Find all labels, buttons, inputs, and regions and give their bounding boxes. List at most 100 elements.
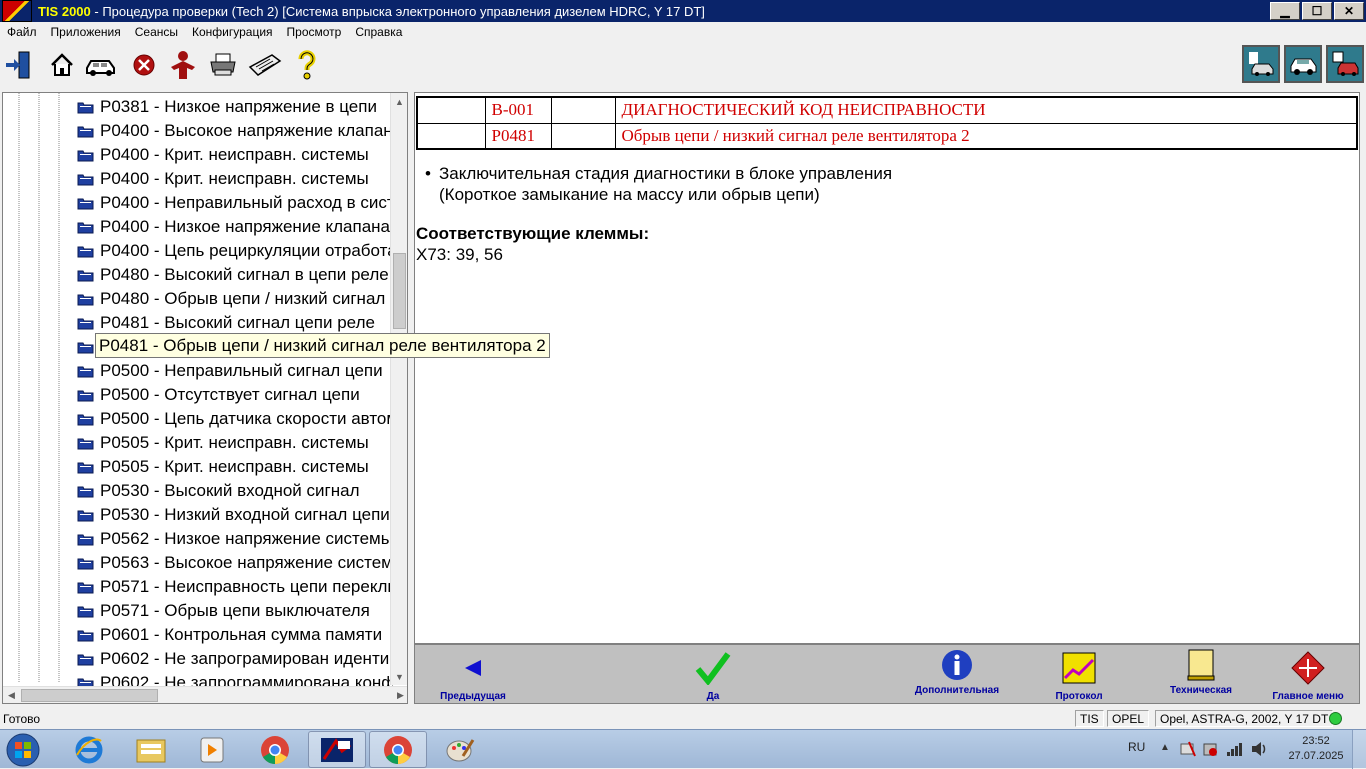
menu-help[interactable]: Справка	[348, 25, 409, 39]
tree-item[interactable]: P0571 - Неисправность цепи переключателя	[77, 575, 393, 599]
volume-icon[interactable]	[1250, 741, 1268, 757]
vehicle-diag-icon[interactable]	[1242, 45, 1280, 83]
folder-icon	[77, 558, 94, 570]
menu-file[interactable]: Файл	[0, 25, 44, 39]
folder-icon	[77, 174, 94, 186]
close-button[interactable]: ✕	[1334, 2, 1364, 20]
clock-date: 27.07.2025	[1288, 750, 1344, 762]
tree-vertical-scrollbar[interactable]: ▲ ▼	[390, 93, 407, 685]
printer-icon[interactable]	[206, 48, 240, 82]
folder-icon	[77, 366, 94, 378]
tree-item[interactable]: P0480 - Обрыв цепи / низкий сигнал	[77, 287, 393, 311]
info-icon	[941, 645, 973, 685]
menu-configuration[interactable]: Конфигурация	[185, 25, 280, 39]
menu-applications[interactable]: Приложения	[44, 25, 128, 39]
ie-icon	[75, 736, 103, 763]
minimize-button[interactable]: ▁	[1270, 2, 1300, 20]
vehicle-data-icon[interactable]	[1284, 45, 1322, 83]
network-icon[interactable]	[1226, 741, 1244, 757]
tis-taskbar-button[interactable]	[308, 731, 366, 768]
table-cell	[416, 96, 486, 124]
yes-button[interactable]: Да	[663, 645, 763, 703]
clock-time: 23:52	[1302, 735, 1330, 747]
tree-item[interactable]: P0530 - Высокий входной сигнал	[77, 479, 393, 503]
maximize-button[interactable]: ☐	[1302, 2, 1332, 20]
tree-item[interactable]: P0563 - Высокое напряжение системы	[77, 551, 393, 575]
scroll-right-icon[interactable]: ▶	[392, 687, 407, 703]
chrome-taskbar-button-2[interactable]	[369, 731, 427, 768]
tree-item[interactable]: P0602 - Не запрограмирован идентификатор	[77, 647, 393, 671]
exit-icon[interactable]	[2, 48, 36, 82]
chrome-taskbar-button[interactable]	[246, 731, 304, 768]
user-icon[interactable]	[166, 48, 200, 82]
tray-expand-icon[interactable]: ▲	[1160, 742, 1170, 753]
main-menu-button[interactable]: Главное меню	[1258, 645, 1358, 703]
tree-vscroll-thumb[interactable]	[393, 253, 406, 329]
show-desktop-button[interactable]	[1352, 730, 1366, 769]
taskbar-clock[interactable]: 23:52 27.07.2025	[1288, 734, 1344, 764]
previous-button[interactable]: Предыдущая	[423, 645, 523, 703]
tree-item[interactable]: P0500 - Неправильный сигнал цепи	[77, 359, 393, 383]
tree-item-label: P0381 - Низкое напряжение в цепи	[100, 97, 377, 116]
tree-item[interactable]: P0505 - Крит. неисправн. системы	[77, 455, 393, 479]
tree-item-label: P0480 - Высокий сигнал в цепи реле	[100, 265, 389, 284]
folder-icon	[77, 606, 94, 618]
keyboard-icon[interactable]	[248, 48, 282, 82]
toolbar	[0, 42, 1366, 90]
tree-item[interactable]: P0400 - Крит. неисправн. системы	[77, 143, 393, 167]
folder-icon	[77, 270, 94, 282]
scroll-left-icon[interactable]: ◀	[3, 687, 20, 703]
vehicle-parts-icon[interactable]	[1326, 45, 1364, 83]
ie-taskbar-button[interactable]	[60, 731, 118, 768]
start-button[interactable]	[2, 731, 44, 768]
scroll-up-icon[interactable]: ▲	[391, 93, 407, 110]
tree-item-label: P0480 - Обрыв цепи / низкий сигнал	[100, 289, 386, 308]
folder-icon	[77, 246, 94, 258]
dtc-tree[interactable]: P0381 - Низкое напряжение в цепи P0400 - …	[2, 92, 408, 704]
folder-icon	[77, 582, 94, 594]
tree-item[interactable]: P0601 - Контрольная сумма памяти	[77, 623, 393, 647]
paint-icon	[446, 738, 475, 761]
tree-item[interactable]: P0530 - Низкий входной сигнал цепи	[77, 503, 393, 527]
info-button[interactable]: Дополнительная	[907, 645, 1007, 703]
tree-item-label: P0602 - Не запрограмирован идентификатор	[100, 649, 393, 668]
tree-item[interactable]: P0481 - Высокий сигнал цепи реле	[77, 311, 393, 335]
home-icon[interactable]	[45, 48, 79, 82]
paint-taskbar-button[interactable]	[431, 731, 489, 768]
tree-item[interactable]: P0500 - Отсутствует сигнал цепи	[77, 383, 393, 407]
explorer-taskbar-button[interactable]	[122, 731, 180, 768]
protocol-button[interactable]: Протокол	[1029, 645, 1129, 703]
book-icon	[1187, 645, 1215, 685]
tree-item[interactable]: P0571 - Обрыв цепи выключателя	[77, 599, 393, 623]
language-indicator[interactable]: RU	[1128, 740, 1145, 754]
tree-item[interactable]: P0400 - Цепь рециркуляции отработавших	[77, 239, 393, 263]
tree-item-label: P0500 - Отсутствует сигнал цепи	[100, 385, 360, 404]
scroll-down-icon[interactable]: ▼	[391, 668, 407, 685]
media-player-taskbar-button[interactable]	[183, 731, 241, 768]
menu-sessions[interactable]: Сеансы	[128, 25, 185, 39]
tree-item[interactable]: P0400 - Неправильный расход в системе	[77, 191, 393, 215]
vehicle-icon[interactable]	[84, 48, 118, 82]
technical-button[interactable]: Техническая	[1151, 645, 1251, 703]
tree-item[interactable]: P0500 - Цепь датчика скорости автомобиля	[77, 407, 393, 431]
tree-item-label: P0400 - Крит. неисправн. системы	[100, 169, 369, 188]
tree-horizontal-scrollbar[interactable]: ◀ ▶	[3, 686, 407, 703]
dtc-block-code: B-001	[484, 96, 552, 124]
tree-item[interactable]: P0400 - Высокое напряжение клапана	[77, 119, 393, 143]
battery-icon[interactable]	[1202, 741, 1218, 757]
stop-icon[interactable]	[127, 48, 161, 82]
tree-item[interactable]: P0381 - Низкое напряжение в цепи	[77, 95, 393, 119]
action-center-icon[interactable]	[1180, 741, 1196, 757]
menu-view[interactable]: Просмотр	[280, 25, 349, 39]
folder-icon	[77, 630, 94, 642]
main-menu-icon	[1291, 645, 1325, 691]
tree-item[interactable]: P0400 - Крит. неисправн. системы	[77, 167, 393, 191]
tree-item-tooltip: P0481 - Обрыв цепи / низкий сигнал реле …	[95, 333, 550, 358]
tree-item[interactable]: P0562 - Низкое напряжение системы	[77, 527, 393, 551]
tree-hscroll-thumb[interactable]	[21, 689, 158, 702]
tree-item[interactable]: P0400 - Низкое напряжение клапана	[77, 215, 393, 239]
help-icon[interactable]	[290, 48, 324, 82]
tree-item[interactable]: P0480 - Высокий сигнал в цепи реле	[77, 263, 393, 287]
tree-item[interactable]: P0505 - Крит. неисправн. системы	[77, 431, 393, 455]
chrome-icon	[384, 735, 412, 764]
